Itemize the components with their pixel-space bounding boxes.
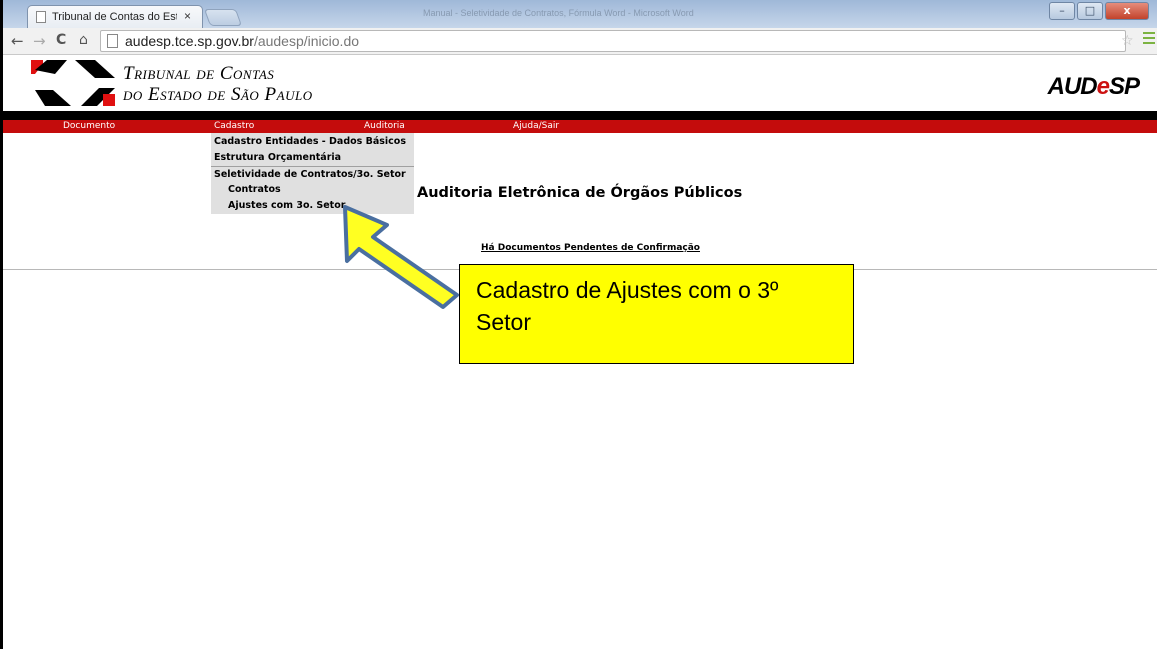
browser-window: Tribunal de Contas do Est × Manual - Sel…: [3, 0, 1157, 644]
page-icon: [36, 11, 46, 23]
menu-item-contratos[interactable]: Contratos: [228, 184, 281, 195]
menu-item-cadastro-entidades[interactable]: Cadastro Entidades - Dados Básicos: [214, 136, 406, 147]
main-nav: Documento Cadastro Auditoria Ajuda/Sair: [3, 120, 1157, 133]
background-window-title: Manual - Seletividade de Contratos, Fórm…: [423, 8, 694, 18]
menu-item-seletividade[interactable]: Seletividade de Contratos/3o. Setor: [214, 169, 406, 180]
browser-toolbar: ← → C ⌂ audesp.tce.sp.gov.br/audesp/inic…: [3, 28, 1157, 55]
minimize-button[interactable]: –: [1049, 2, 1075, 20]
browser-tab[interactable]: Tribunal de Contas do Est ×: [27, 5, 203, 28]
annotation-arrow-icon: [343, 205, 459, 309]
tab-strip: Tribunal de Contas do Est × Manual - Sel…: [3, 0, 1157, 28]
forward-arrow-icon[interactable]: →: [33, 32, 46, 50]
address-bar[interactable]: audesp.tce.sp.gov.br/audesp/inicio.do: [100, 30, 1126, 52]
page-icon: [107, 34, 118, 48]
institution-name-line1: Tribunal de Contas: [123, 63, 275, 84]
home-icon[interactable]: ⌂: [79, 32, 88, 48]
nav-item-cadastro[interactable]: Cadastro: [214, 121, 254, 131]
header-divider: [3, 111, 1157, 120]
nav-item-auditoria[interactable]: Auditoria: [364, 121, 405, 131]
maximize-button[interactable]: □: [1077, 2, 1103, 20]
tce-logo-icon: [31, 60, 115, 106]
url-text: audesp.tce.sp.gov.br/audesp/inicio.do: [125, 33, 360, 49]
menu-separator: [211, 166, 414, 167]
reload-icon[interactable]: C: [56, 32, 66, 48]
chrome-menu-icon[interactable]: [1143, 32, 1155, 46]
audesp-logo: AUDeSP: [1047, 73, 1140, 100]
pending-documents-link[interactable]: Há Documentos Pendentes de Confirmação: [481, 243, 700, 253]
tab-title: Tribunal de Contas do Est: [52, 11, 177, 23]
nav-item-documento[interactable]: Documento: [63, 121, 115, 131]
new-tab-button[interactable]: [203, 9, 243, 26]
window-controls: – □ x: [1049, 2, 1149, 21]
close-window-button[interactable]: x: [1105, 2, 1149, 20]
annotation-callout: Cadastro de Ajustes com o 3º Setor: [459, 264, 854, 364]
star-icon[interactable]: ☆: [1121, 33, 1134, 49]
institution-name-line2: do Estado de São Paulo: [123, 84, 313, 105]
site-header: Tribunal de Contas do Estado de São Paul…: [3, 56, 1157, 111]
menu-item-estrutura-orcamentaria[interactable]: Estrutura Orçamentária: [214, 152, 341, 163]
institution-name: Tribunal de Contas do Estado de São Paul…: [123, 63, 313, 105]
close-tab-icon[interactable]: ×: [184, 9, 191, 23]
back-arrow-icon[interactable]: ←: [11, 32, 24, 50]
nav-item-ajuda-sair[interactable]: Ajuda/Sair: [513, 121, 559, 131]
